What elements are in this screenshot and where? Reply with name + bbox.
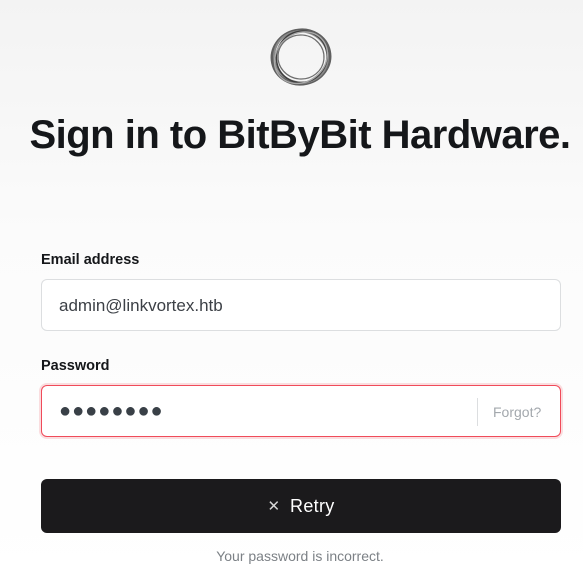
field-divider xyxy=(477,398,478,426)
ring-logo-icon xyxy=(270,28,332,86)
error-message: Your password is incorrect. xyxy=(216,548,384,564)
retry-button[interactable]: ✕ Retry xyxy=(41,479,561,533)
email-label: Email address xyxy=(41,252,140,268)
forgot-password-link[interactable]: Forgot? xyxy=(493,404,541,420)
signin-page: Sign in to BitByBit Hardware. Email addr… xyxy=(0,0,583,578)
password-masked-value: ●●●●●●●● xyxy=(59,400,164,422)
retry-button-label: Retry xyxy=(290,495,335,516)
password-label: Password xyxy=(41,358,110,374)
page-title: Sign in to BitByBit Hardware. xyxy=(29,113,571,157)
email-field[interactable]: admin@linkvortex.htb xyxy=(41,279,561,331)
password-field[interactable]: ●●●●●●●● Forgot? xyxy=(41,385,561,437)
close-icon: ✕ xyxy=(267,497,281,515)
email-value: admin@linkvortex.htb xyxy=(59,296,223,315)
